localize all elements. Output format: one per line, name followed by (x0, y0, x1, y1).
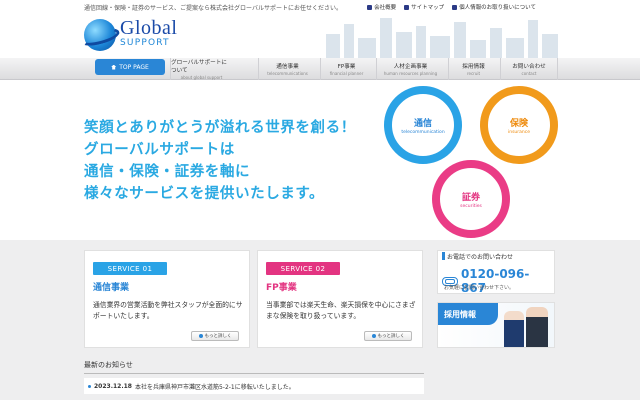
service-card-telecom: SERVICE 01 通信事業 通信業界の営業活動を弊社スタッフが全面的にサポー… (84, 250, 250, 348)
phone-contact-box: お電話でのお問い合わせ 0120-096-867 お気軽にお問い合わせ下さい。 (437, 250, 556, 295)
service-badge: SERVICE 02 (266, 262, 340, 275)
news-date: 2023.12.18 (94, 382, 132, 390)
logo-subtitle: SUPPORT (120, 38, 170, 48)
nav-contact[interactable]: お問い合わせ contact (500, 58, 558, 80)
service-description: 通信業界の営業活動を弊社スタッフが全面的にサポートいたします。 (93, 301, 243, 320)
phone-contact-heading-text: お電話でのお問い合わせ (447, 253, 514, 261)
nav-about[interactable]: グローバルサポートについて about global support (170, 58, 232, 80)
city-skyline-image (326, 18, 558, 58)
heading-bar-icon (442, 252, 445, 260)
staff-man-image (526, 307, 548, 347)
more-details-button[interactable]: もっと詳しく (364, 331, 412, 341)
square-bullet-icon (452, 4, 458, 10)
nav-fp-label: FP事業 (337, 64, 356, 70)
insurance-circle-sublabel: insurance (507, 129, 530, 135)
nav-contact-label: お問い合わせ (512, 64, 546, 70)
nav-telecom-sublabel: telecommunications (267, 71, 308, 76)
phone-contact-heading: お電話でのお問い合わせ (438, 251, 556, 261)
nav-recruit-label: 採用情報 (462, 64, 485, 70)
news-item[interactable]: 2023.12.18 本社を兵庫県神戸市灘区水道筋5-2-1に移転いたしました。 (84, 378, 424, 394)
telecom-circle-sublabel: telecommunication (401, 129, 445, 135)
securities-circle-label: 証券 (461, 192, 480, 203)
square-bullet-icon (404, 4, 410, 10)
more-details-label: もっと詳しく (377, 334, 405, 339)
nav-contact-sublabel: contact (521, 71, 537, 76)
nav-recruit[interactable]: 採用情報 recruit (448, 58, 498, 80)
service-card-fp: SERVICE 02 FP事業 当事業部では楽天生命、楽天損保を中心にさまざまな… (257, 250, 423, 348)
nav-top-page-button[interactable]: TOP PAGE (95, 59, 165, 75)
nav-telecom[interactable]: 通信事業 telecommunications (258, 58, 316, 80)
home-icon (111, 64, 117, 70)
nav-hr-label: 人材企画事業 (393, 64, 428, 70)
telecom-circle-label: 通信 (413, 118, 432, 129)
news-section: 最新のお知らせ 2023.12.18 本社を兵庫県神戸市灘区水道筋5-2-1に移… (84, 360, 424, 400)
phone-contact-note: お気軽にお問い合わせ下さい。 (444, 285, 515, 291)
nav-top-page-label: TOP PAGE (119, 63, 149, 71)
service-description: 当事業部では楽天生命、楽天損保を中心にさまざまな保険を取り扱っています。 (266, 301, 416, 320)
privacy-link[interactable]: 個人情報のお取り扱いについて (452, 3, 536, 11)
news-heading: 最新のお知らせ (84, 360, 424, 374)
securities-circle-sublabel: securities (460, 203, 482, 209)
staff-woman-image (504, 311, 524, 347)
arrow-bullet-icon (198, 334, 203, 338)
page: 通信回線・保険・証券のサービス、ご提案なら株式会社グローバルサポートにお任せくだ… (0, 0, 640, 400)
sitemap-link[interactable]: サイトマップ (404, 3, 444, 11)
news-text: 本社を兵庫県神戸市灘区水道筋5-2-1に移転いたしました。 (134, 383, 295, 391)
nav-about-label: グローバルサポートについて (171, 60, 227, 74)
service-badge: SERVICE 01 (93, 262, 167, 275)
service-title: FP事業 (266, 283, 297, 293)
site-tagline: 通信回線・保険・証券のサービス、ご提案なら株式会社グローバルサポートにお任せくだ… (84, 5, 342, 12)
bullet-icon (88, 384, 91, 388)
utility-links: 会社概要 サイトマップ 個人情報のお取り扱いについて (367, 3, 536, 11)
telecom-circle-link[interactable]: 通信 telecommunication (384, 86, 462, 164)
nav-fp[interactable]: FP事業 financial planner (320, 58, 372, 80)
nav-fp-sublabel: financial planner (329, 71, 364, 76)
hero-line-2: グローバルサポートは (84, 142, 235, 158)
hero-line-1: 笑顔とありがとうが溢れる世界を創る！ (84, 120, 356, 136)
recruit-banner[interactable]: 採用情報 (437, 302, 555, 348)
nav-hr-sublabel: human resources planning (383, 71, 438, 76)
top-bar: 通信回線・保険・証券のサービス、ご提案なら株式会社グローバルサポートにお任せくだ… (0, 0, 640, 14)
securities-circle-link[interactable]: 証券 securities (432, 160, 510, 238)
nav-recruit-sublabel: recruit (466, 71, 481, 76)
hero-line-4: 様々なサービスを提供いたします。 (84, 186, 325, 202)
insurance-circle-link[interactable]: 保険 insurance (480, 86, 558, 164)
square-bullet-icon (367, 4, 373, 10)
service-title: 通信事業 (93, 283, 130, 293)
more-details-button[interactable]: もっと詳しく (191, 331, 239, 341)
hero-message: 笑顔とありがとうが溢れる世界を創る！ グローバルサポートは 通信・保険・証券を軸… (84, 117, 356, 205)
logo-title[interactable]: Global (120, 17, 177, 40)
company-profile-link[interactable]: 会社概要 (367, 3, 396, 11)
nav-hr[interactable]: 人材企画事業 human resources planning (376, 58, 444, 80)
insurance-circle-label: 保険 (509, 118, 528, 129)
nav-telecom-label: 通信事業 (276, 64, 299, 70)
arrow-bullet-icon (371, 334, 376, 338)
recruit-banner-label: 採用情報 (438, 303, 498, 325)
hero-line-3: 通信・保険・証券を軸に (84, 164, 251, 180)
more-details-label: もっと詳しく (204, 334, 232, 339)
